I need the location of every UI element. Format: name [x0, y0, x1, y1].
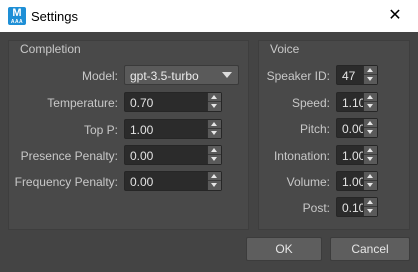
model-label: Model: [81, 69, 118, 83]
frequency-penalty-value: 0.00 [130, 175, 154, 189]
intonation-spin-buttons [363, 146, 377, 164]
spin-down-icon[interactable] [208, 102, 221, 111]
spin-up-icon[interactable] [364, 198, 377, 207]
model-select[interactable]: gpt-3.5-turbo [124, 65, 239, 85]
model-select-value: gpt-3.5-turbo [130, 69, 199, 83]
temperature-spin-buttons [207, 93, 221, 111]
spin-down-icon[interactable] [208, 155, 221, 164]
presence-penalty-spin-buttons [207, 146, 221, 164]
pitch-spin-buttons [363, 119, 377, 137]
volume-spin-buttons [363, 172, 377, 190]
presence-penalty-value: 0.00 [130, 149, 154, 163]
cancel-button[interactable]: Cancel [330, 237, 410, 261]
top-p-value: 1.00 [130, 123, 154, 137]
frequency-penalty-label: Frequency Penalty: [14, 175, 118, 189]
spin-up-icon[interactable] [364, 172, 377, 181]
spin-down-icon[interactable] [364, 128, 377, 137]
speed-label: Speed: [291, 96, 330, 110]
chevron-down-icon [222, 72, 232, 78]
spin-down-icon[interactable] [364, 155, 377, 164]
spin-up-icon[interactable] [364, 66, 377, 75]
spin-up-icon[interactable] [208, 172, 221, 181]
top-p-spinbox[interactable]: 1.00 [124, 119, 222, 139]
spin-down-icon[interactable] [364, 75, 377, 84]
spin-up-icon[interactable] [208, 146, 221, 155]
volume-spinbox[interactable]: 1.00 [336, 171, 378, 191]
spin-down-icon[interactable] [364, 102, 377, 111]
pitch-spinbox[interactable]: 0.00 [336, 118, 378, 138]
spin-up-icon[interactable] [208, 93, 221, 102]
temperature-spinbox[interactable]: 0.70 [124, 92, 222, 112]
speed-value: 1.10 [342, 96, 366, 110]
frequency-penalty-spin-buttons [207, 172, 221, 190]
temperature-value: 0.70 [130, 96, 154, 110]
top-p-spin-buttons [207, 120, 221, 138]
completion-group-title: Completion [20, 42, 81, 56]
post-label: Post: [302, 201, 330, 215]
volume-value: 1.00 [342, 175, 366, 189]
ok-button[interactable]: OK [246, 237, 322, 261]
speaker-id-spin-buttons [363, 66, 377, 84]
spin-up-icon[interactable] [364, 146, 377, 155]
app-icon-letter: M [12, 7, 22, 19]
pitch-value: 0.00 [342, 122, 366, 136]
spin-down-icon[interactable] [208, 129, 221, 138]
post-spinbox[interactable]: 0.10 [336, 197, 378, 217]
voice-group-title: Voice [270, 42, 300, 56]
pitch-label: Pitch: [299, 122, 330, 136]
speed-spin-buttons [363, 93, 377, 111]
spin-up-icon[interactable] [364, 93, 377, 102]
intonation-value: 1.00 [342, 149, 366, 163]
speaker-id-label: Speaker ID: [266, 69, 330, 83]
top-p-label: Top P: [83, 123, 118, 137]
app-icon-sub: AAA [10, 19, 24, 25]
presence-penalty-spinbox[interactable]: 0.00 [124, 145, 222, 165]
volume-label: Volume: [286, 175, 330, 189]
intonation-label: Intonation: [273, 149, 330, 163]
window-title: Settings [31, 9, 78, 24]
post-value: 0.10 [342, 201, 366, 215]
spin-down-icon[interactable] [208, 181, 221, 190]
spin-down-icon[interactable] [364, 207, 377, 216]
app-icon: M AAA [8, 7, 26, 25]
spin-up-icon[interactable] [364, 119, 377, 128]
post-spin-buttons [363, 198, 377, 216]
spin-up-icon[interactable] [208, 120, 221, 129]
speed-spinbox[interactable]: 1.10 [336, 92, 378, 112]
temperature-label: Temperature: [47, 96, 118, 110]
speaker-id-spinbox[interactable]: 47 [336, 65, 378, 85]
title-bar: M AAA Settings ✕ [0, 0, 418, 32]
intonation-spinbox[interactable]: 1.00 [336, 145, 378, 165]
presence-penalty-label: Presence Penalty: [20, 149, 118, 163]
spin-down-icon[interactable] [364, 181, 377, 190]
close-icon[interactable]: ✕ [372, 0, 418, 32]
speaker-id-value: 47 [342, 69, 356, 83]
frequency-penalty-spinbox[interactable]: 0.00 [124, 171, 222, 191]
